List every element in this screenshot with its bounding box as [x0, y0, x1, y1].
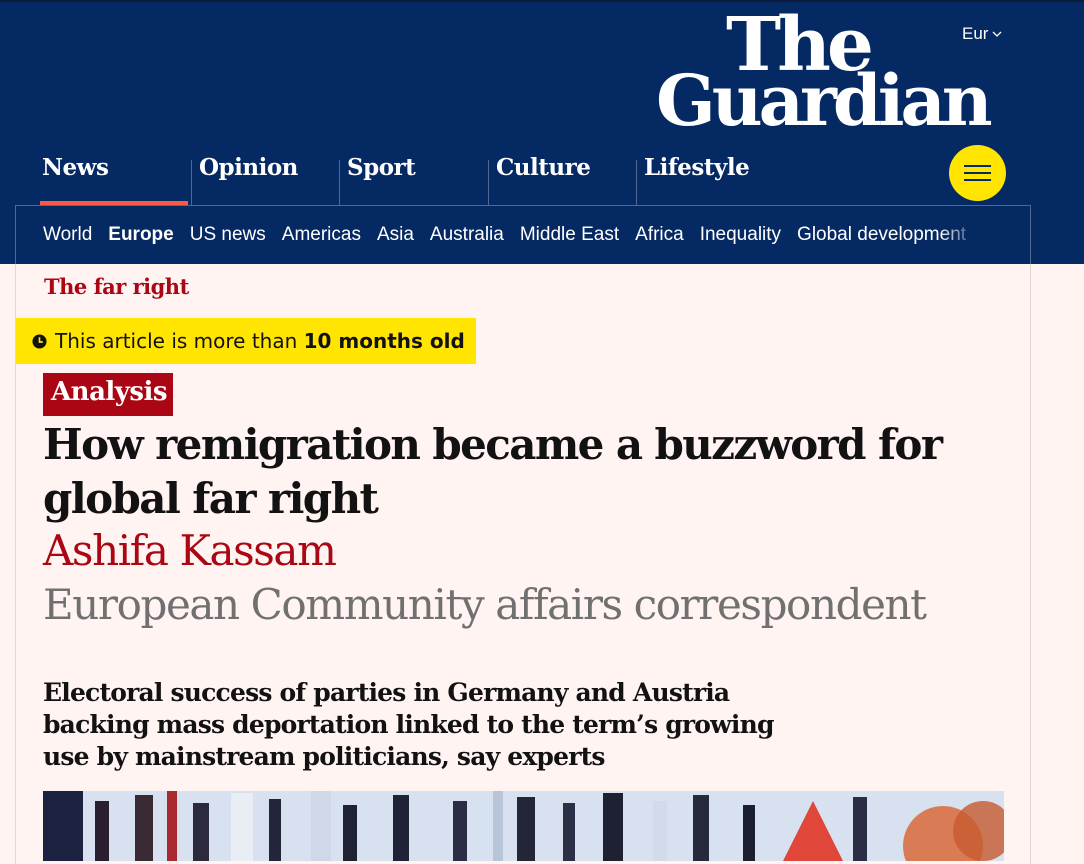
pillar-lifestyle[interactable]: Lifestyle [636, 148, 750, 206]
pillar-culture-label: Culture [496, 154, 591, 181]
masthead: Eur The Guardian News Opinion Sport Cult… [0, 0, 1084, 264]
pillar-culture[interactable]: Culture [488, 148, 591, 206]
pillar-sport[interactable]: Sport [339, 148, 416, 206]
subnav: World Europe US news Americas Asia Austr… [43, 224, 979, 248]
age-warning-text: This article is more than 10 months old [55, 329, 465, 353]
hero-image-art [43, 791, 1004, 861]
pillar-lifestyle-label: Lifestyle [644, 154, 750, 181]
author-role: European Community affairs correspondent [43, 580, 927, 629]
subnav-item-us-news[interactable]: US news [190, 224, 266, 248]
pillar-divider [339, 160, 340, 206]
subnav-item-asia[interactable]: Asia [377, 224, 414, 248]
subnav-item-australia[interactable]: Australia [430, 224, 504, 248]
menu-button[interactable] [949, 145, 1006, 201]
clock-icon [32, 333, 47, 349]
pillar-opinion-label: Opinion [199, 154, 298, 181]
pillar-sport-label: Sport [347, 154, 416, 181]
masthead-topline [0, 0, 1084, 2]
pillar-divider [488, 160, 489, 206]
subnav-item-europe[interactable]: Europe [108, 224, 173, 248]
pillar-divider [191, 160, 192, 206]
article-standfirst: Electoral success of parties in Germany … [43, 678, 774, 771]
pillar-nav: News Opinion Sport Culture Lifestyle [0, 148, 960, 206]
subnav-fade [939, 222, 979, 250]
article-age-warning: This article is more than 10 months old [16, 318, 476, 364]
guardian-logo[interactable]: The Guardian [654, 8, 1006, 136]
age-warning-age: 10 months old [303, 329, 465, 353]
subnav-item-inequality[interactable]: Inequality [700, 224, 781, 248]
subnav-item-africa[interactable]: Africa [635, 224, 684, 248]
author-link[interactable]: Ashifa Kassam [43, 524, 337, 578]
series-kicker[interactable]: The far right [44, 274, 189, 299]
pillar-opinion[interactable]: Opinion [191, 148, 298, 206]
age-warning-prefix: This article is more than [55, 329, 304, 353]
analysis-label: Analysis [43, 373, 173, 416]
hero-image [43, 791, 1004, 861]
subnav-item-world[interactable]: World [43, 224, 92, 248]
subnav-item-middle-east[interactable]: Middle East [520, 224, 619, 248]
pillar-divider [636, 160, 637, 206]
subnav-item-americas[interactable]: Americas [282, 224, 361, 248]
pillar-news-label: News [42, 154, 109, 181]
pillar-news[interactable]: News [40, 148, 188, 206]
logo-line-2: Guardian [656, 59, 993, 142]
article-headline: How remigration became a buzzword for gl… [43, 420, 943, 523]
